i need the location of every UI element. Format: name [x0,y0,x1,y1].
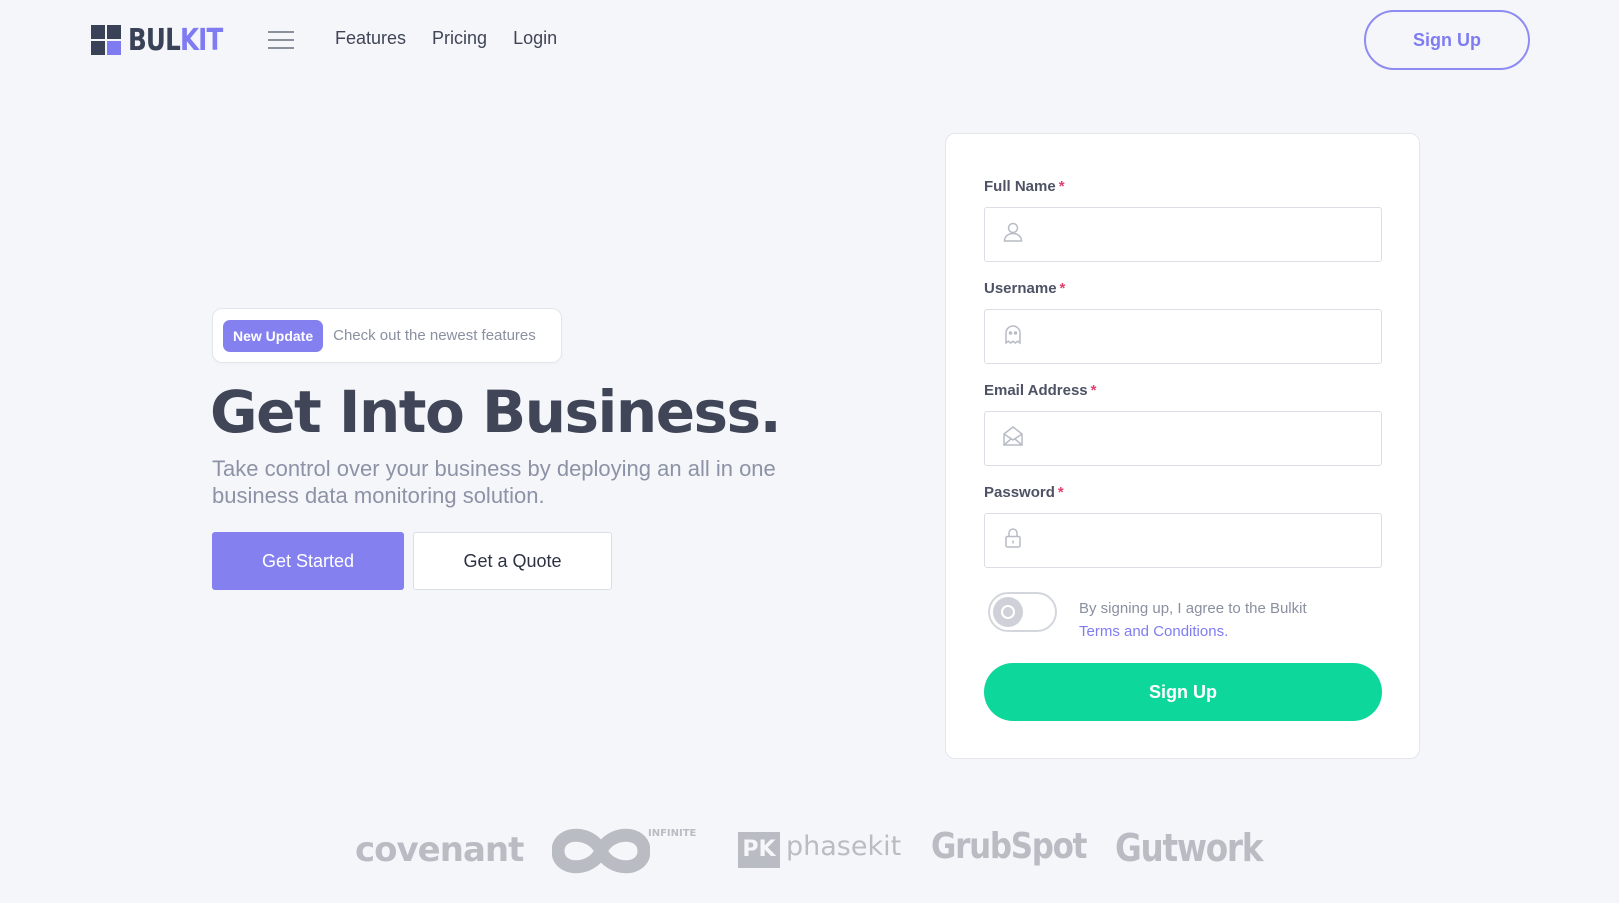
full-name-field: Full Name * [984,178,1382,262]
username-input[interactable] [984,309,1382,364]
hero-title: Get Into Business. [210,378,782,446]
user-icon [1001,220,1025,249]
ghost-icon [1001,322,1025,351]
nav-link-features[interactable]: Features [335,28,406,49]
terms-row: By signing up, I agree to the Bulkit Ter… [988,592,1307,643]
partner-logos: covenant INFINITE PK phasekit GrubSpot G… [0,826,1619,903]
nav-link-login[interactable]: Login [513,28,557,49]
get-started-button[interactable]: Get Started [212,532,404,590]
nav-links: Features Pricing Login [335,28,557,49]
email-label: Email Address * [984,382,1097,399]
phasekit-mark: PK [738,832,780,868]
signup-form-card: Full Name * Username * Email Address * Pass… [945,133,1420,759]
username-field: Username * [984,280,1382,364]
nav-link-pricing[interactable]: Pricing [432,28,487,49]
logo-text: BULKIT [128,22,223,58]
infinity-icon [552,828,650,874]
update-pill-text: Check out the newest features [333,327,536,344]
password-label: Password * [984,484,1064,501]
envelope-icon [1001,424,1025,453]
password-input[interactable] [984,513,1382,568]
covenant-logo: covenant [355,830,524,870]
terms-text: By signing up, I agree to the Bulkit Ter… [1079,600,1307,640]
brand-logo[interactable]: BULKIT [91,22,243,58]
email-field: Email Address * [984,382,1382,466]
logo-mark-icon [91,25,121,55]
update-pill[interactable]: New Update Check out the newest features [212,308,562,363]
phasekit-logo: PK phasekit [738,831,902,872]
full-name-label: Full Name * [984,178,1065,195]
username-label: Username * [984,280,1066,297]
gutwork-logo: Gutwork [1115,826,1263,870]
toggle-knob-icon [993,597,1023,627]
full-name-input[interactable] [984,207,1382,262]
infinite-logo-text: INFINITE [648,828,697,839]
lock-icon [1001,526,1025,555]
grubspot-logo: GrubSpot [931,826,1087,867]
terms-agree-toggle[interactable] [988,592,1057,632]
hamburger-menu-icon[interactable] [268,31,294,49]
nav-signup-button[interactable]: Sign Up [1364,10,1530,70]
navbar: BULKIT Features Pricing Login Sign Up [0,0,1619,80]
get-quote-button[interactable]: Get a Quote [413,532,612,590]
form-signup-button[interactable]: Sign Up [984,663,1382,721]
hero-subtitle: Take control over your business by deplo… [212,456,776,508]
terms-link[interactable]: Terms and Conditions. [1079,623,1228,640]
infinite-logo: INFINITE [552,820,696,882]
phasekit-text: phasekit [786,831,902,862]
new-update-badge: New Update [223,319,324,352]
password-field: Password * [984,484,1382,568]
email-input[interactable] [984,411,1382,466]
